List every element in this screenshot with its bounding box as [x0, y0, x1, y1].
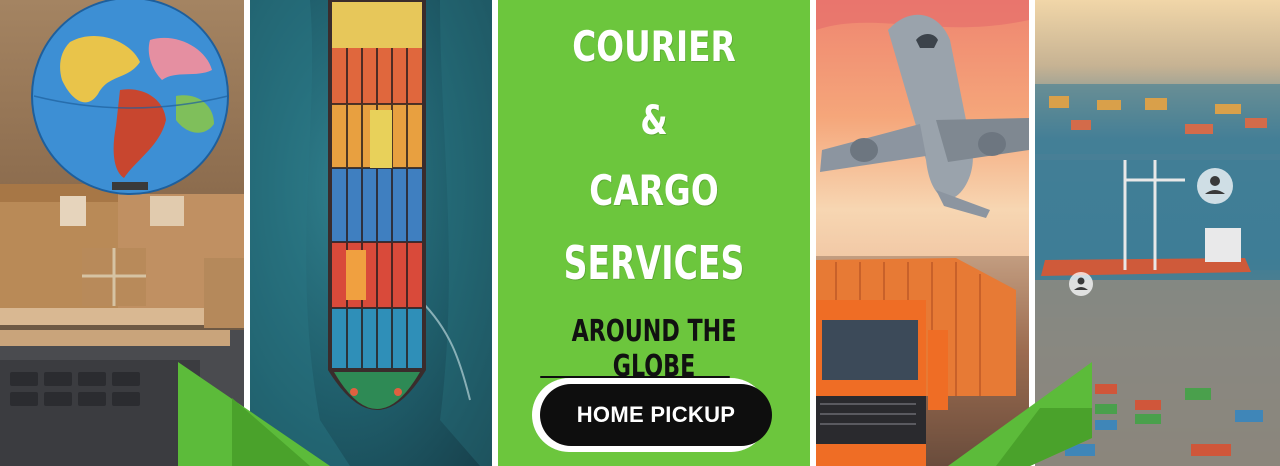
- user-pin-icon: [1197, 168, 1233, 204]
- home-pickup-button[interactable]: HOME PICKUP: [540, 384, 772, 446]
- air-road-illustration: [816, 0, 1029, 466]
- panel-divider: [1029, 0, 1035, 466]
- port-icon: [1035, 84, 1280, 466]
- port-logistics-photo: [1035, 0, 1280, 466]
- panel-divider: [244, 0, 250, 466]
- cta-underline: [540, 376, 730, 378]
- keyboard-icon: [0, 360, 200, 466]
- airplane-icon: [820, 14, 1029, 218]
- globe-parcels-illustration: [0, 0, 244, 466]
- container-ship-photo: [250, 0, 492, 466]
- panel-divider: [492, 0, 498, 466]
- headline-services: SERVICES: [563, 236, 745, 290]
- headline-cargo: CARGO: [589, 166, 719, 215]
- pallet-icon: [0, 305, 230, 346]
- panel-divider: [810, 0, 816, 466]
- user-pin-icon: [1069, 272, 1093, 296]
- truck-icon: [816, 256, 1029, 466]
- headline-courier: COURIER: [572, 22, 736, 71]
- headline-ampersand: &: [640, 98, 668, 144]
- globe-icon: [31, 0, 229, 195]
- container-ship-icon: [250, 0, 492, 466]
- air-road-freight-photo: [816, 0, 1029, 466]
- globe-parcels-photo: [0, 0, 244, 466]
- parcel-icon: [0, 184, 244, 328]
- home-pickup-cta: HOME PICKUP: [532, 370, 778, 454]
- courier-cargo-banner: COURIER & CARGO SERVICES AROUND THE GLOB…: [0, 0, 1280, 466]
- headline-panel: COURIER & CARGO SERVICES AROUND THE GLOB…: [498, 0, 810, 466]
